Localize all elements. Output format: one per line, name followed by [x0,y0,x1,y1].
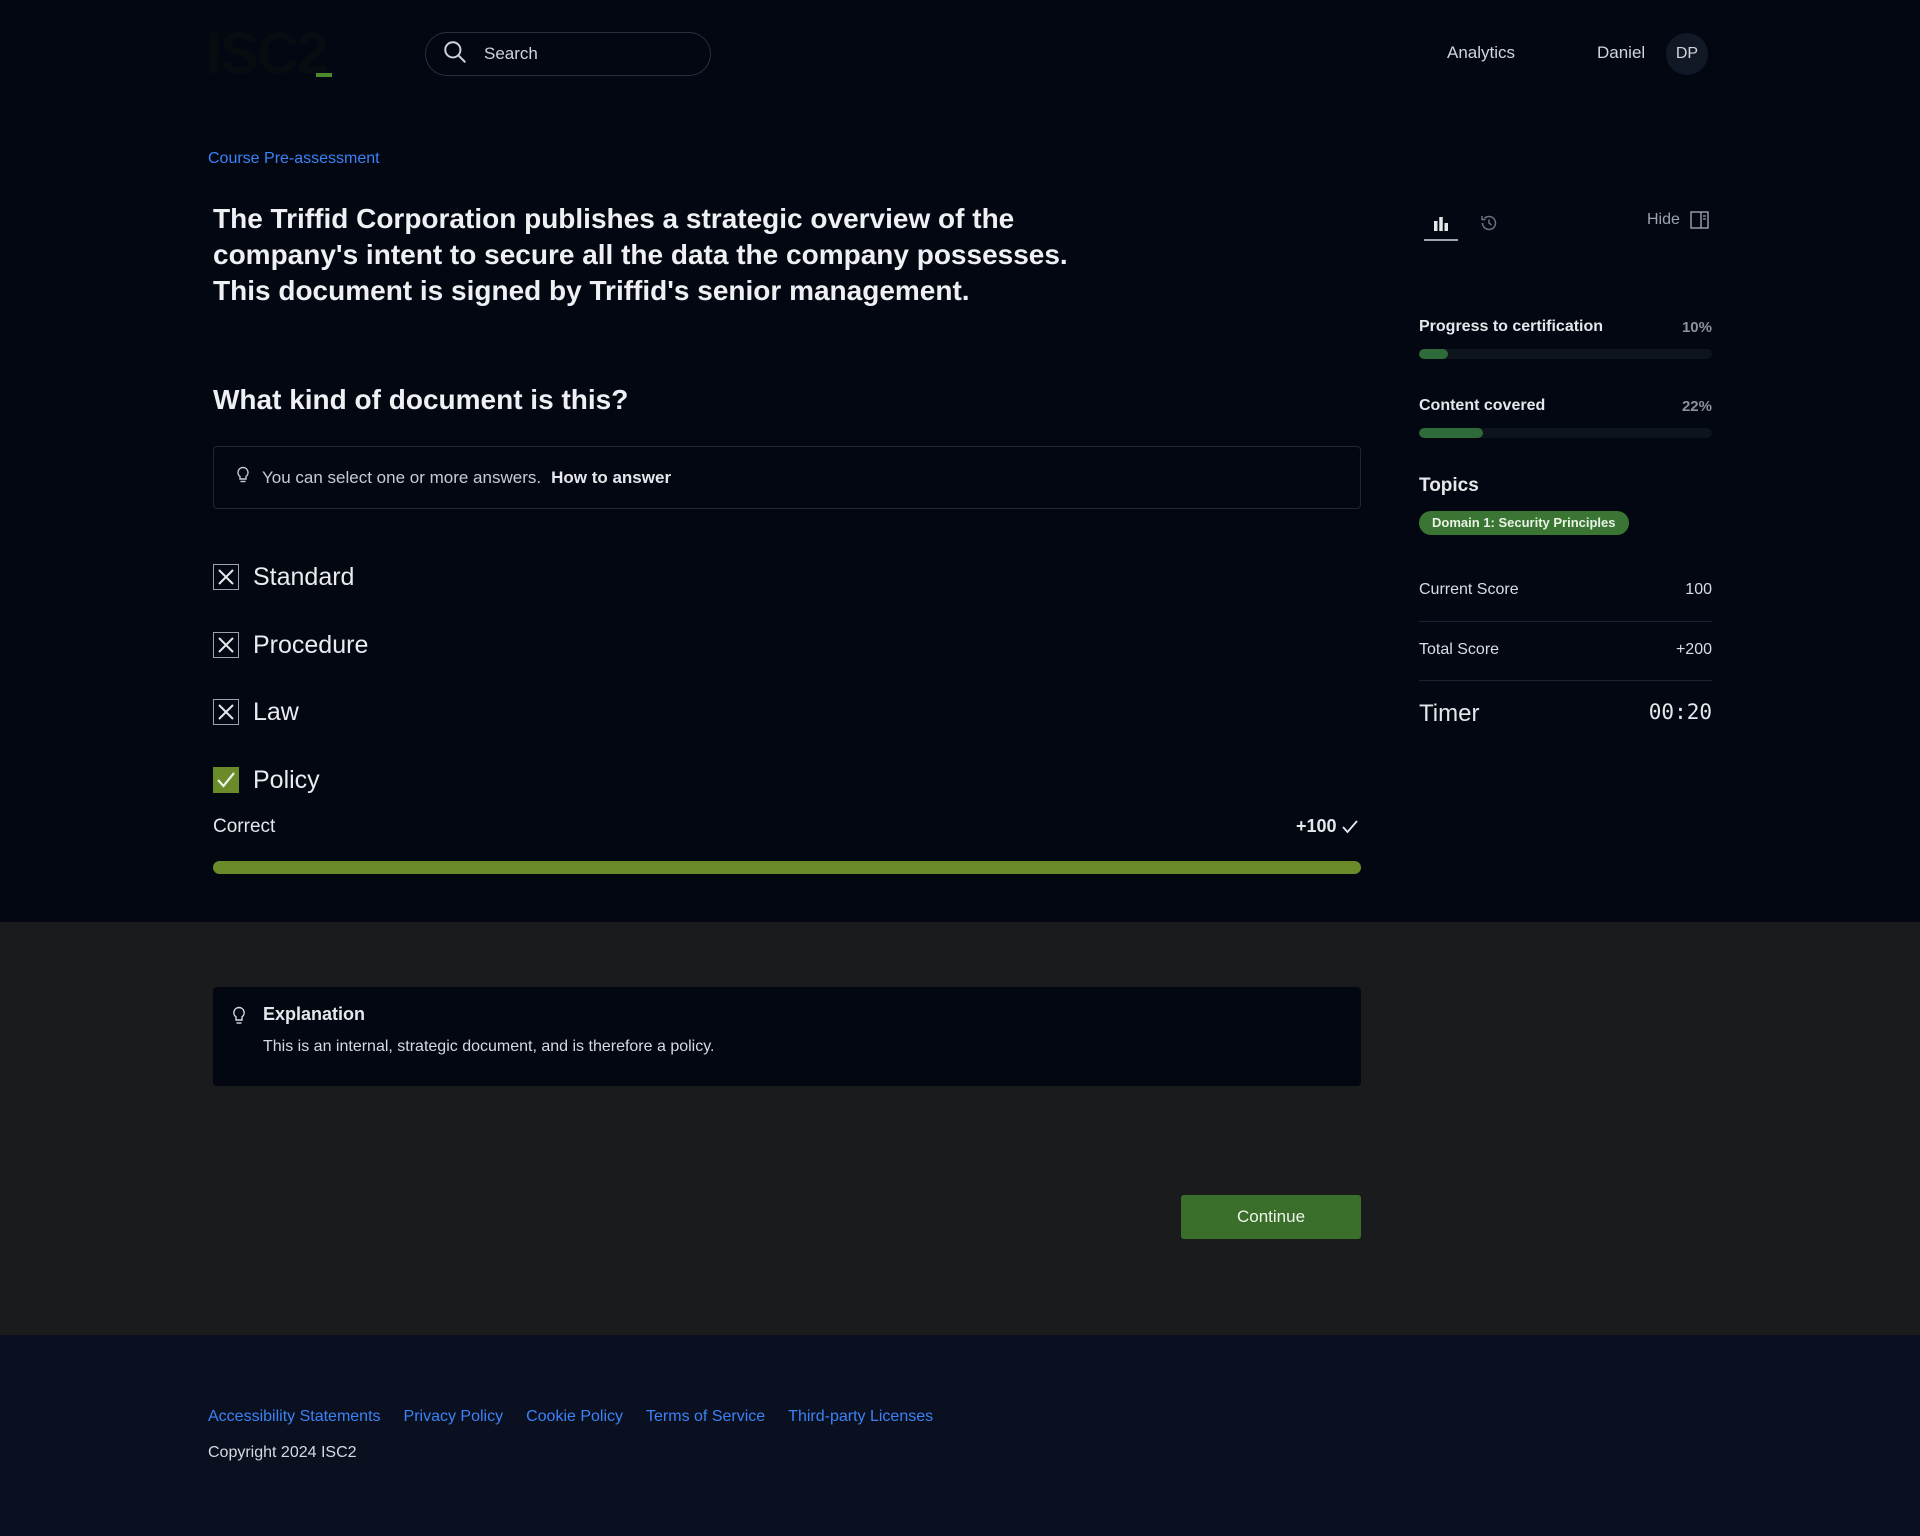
cross-icon [218,704,234,720]
timer-label: Timer [1419,700,1480,727]
result-points-value: +100 [1296,816,1337,836]
content-covered-fill [1419,428,1484,438]
option-procedure[interactable]: Procedure [213,630,368,660]
cross-icon [218,637,234,653]
checkmark-icon [1341,819,1358,833]
result-points: +100 [1296,816,1359,837]
content-covered-value: 22% [1681,398,1712,415]
current-score-value: 100 [1685,581,1712,598]
progress-value: 10% [1681,319,1712,336]
question-prompt: What kind of document is this? [213,384,629,415]
progress-fill [1419,349,1449,359]
option-label: Standard [253,562,355,591]
logo-accent-bar [316,73,332,77]
option-label: Procedure [253,630,369,659]
hide-sidebar-button[interactable]: Hide [1647,211,1709,229]
divider [1419,680,1712,681]
footer-link-accessibility[interactable]: Accessibility Statements [208,1408,381,1426]
topics-title: Topics [1419,475,1479,496]
tab-underline [1424,239,1458,241]
breadcrumb[interactable]: Course Pre-assessment [208,150,380,168]
result-bar [213,861,1361,874]
search-input[interactable] [482,43,686,65]
option-policy[interactable]: Policy [213,765,320,795]
explanation-box: Explanation This is an internal, strateg… [213,987,1361,1086]
history-icon [1481,215,1497,231]
progress-label: Progress to certification [1419,318,1604,335]
isc2-logo[interactable]: ISC2 [206,24,329,84]
search-icon [442,39,468,70]
copyright: Copyright 2024 ISC2 [208,1444,357,1461]
checkbox-correct[interactable] [213,767,239,793]
footer-links: Accessibility Statements Privacy Policy … [208,1408,933,1426]
cross-icon [218,569,234,585]
result-label: Correct [213,816,276,837]
footer-link-terms[interactable]: Terms of Service [646,1408,765,1426]
answer-hint-box: You can select one or more answers. How … [213,446,1361,509]
divider [1419,621,1712,622]
panel-icon [1690,211,1709,229]
checkbox-incorrect[interactable] [213,699,239,725]
progress-track [1419,349,1712,359]
footer-link-privacy[interactable]: Privacy Policy [404,1408,504,1426]
bar-chart-icon [1434,217,1448,231]
total-score-label: Total Score [1419,641,1500,658]
tab-history[interactable] [1472,206,1506,240]
tab-stats[interactable] [1424,206,1458,240]
lightbulb-icon [236,466,250,489]
checkmark-icon [217,772,235,788]
footer-link-cookie[interactable]: Cookie Policy [526,1408,623,1426]
option-standard[interactable]: Standard [213,562,354,592]
timer-value: 00:20 [1648,700,1712,724]
current-score-row: Current Score 100 [1419,581,1712,599]
continue-button[interactable]: Continue [1181,1195,1361,1239]
nav-analytics-link[interactable]: Analytics [1447,43,1515,63]
topic-chip[interactable]: Domain 1: Security Principles [1419,511,1629,535]
explanation-text: This is an internal, strategic document,… [263,1038,715,1055]
footer-link-licenses[interactable]: Third-party Licenses [788,1408,933,1426]
how-to-answer-link[interactable]: How to answer [551,468,671,488]
question-text: The Triffid Corporation publishes a stra… [213,203,1068,306]
option-label: Law [253,697,299,726]
user-name[interactable]: Daniel [1597,43,1645,63]
option-law[interactable]: Law [213,697,299,727]
footer [0,1335,1920,1536]
content-covered-label: Content covered [1419,397,1546,414]
hide-label: Hide [1647,211,1680,228]
hint-text: You can select one or more answers. [262,467,542,487]
checkbox-incorrect[interactable] [213,564,239,590]
option-label: Policy [253,765,320,794]
total-score-value: +200 [1675,641,1712,658]
content-covered-track [1419,428,1712,438]
search-box[interactable] [425,32,711,76]
avatar[interactable]: DP [1666,33,1708,75]
checkbox-incorrect[interactable] [213,632,239,658]
explanation-title: Explanation [263,1004,366,1024]
total-score-row: Total Score +200 [1419,641,1712,659]
current-score-label: Current Score [1419,581,1519,598]
lightbulb-icon [232,1006,246,1031]
explanation-section [0,922,1920,1335]
